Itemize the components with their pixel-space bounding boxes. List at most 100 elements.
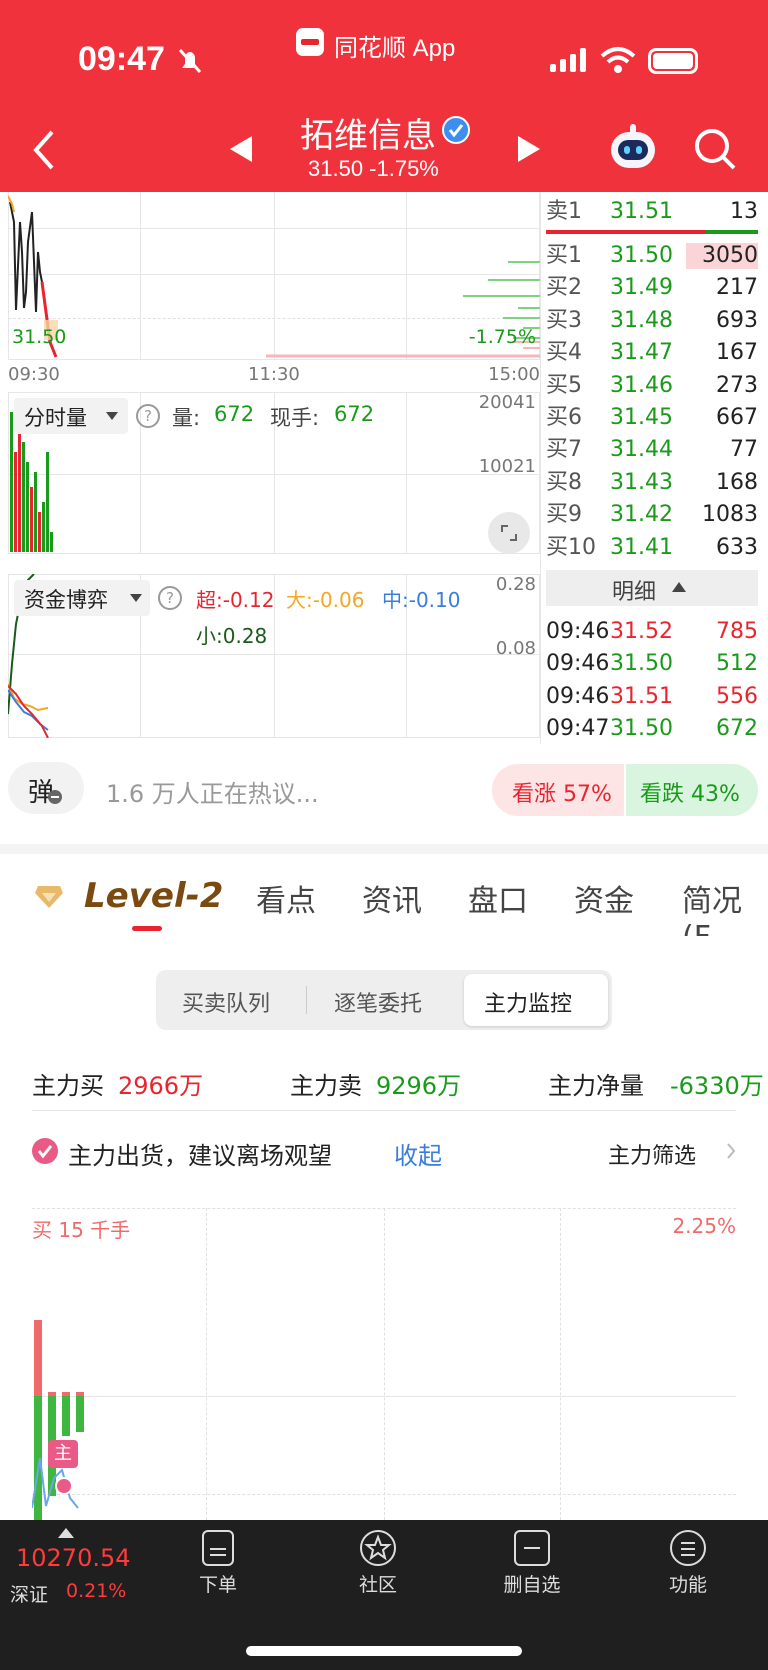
price-line-chart (8, 195, 540, 358)
sell-buy-divider-green (706, 230, 758, 234)
tab-funds[interactable]: 资金 (574, 876, 634, 920)
discussion-text[interactable]: 1.6 万人正在热议... (106, 774, 319, 809)
main-sell-value: 9296万 (376, 1072, 462, 1100)
money-selector[interactable]: 资金博弈 (14, 580, 150, 616)
signal-icon (550, 48, 586, 72)
buy-row-5: 买5 31.46 273 (546, 372, 758, 398)
main-buy-value: 2966万 (118, 1072, 204, 1100)
tab-news[interactable]: 资讯 (362, 876, 422, 920)
check-icon (32, 1138, 58, 1164)
section-divider (0, 844, 768, 854)
chevron-right-icon[interactable] (726, 1142, 736, 1160)
nav-remove-watchlist[interactable]: 删自选 (472, 1520, 592, 1597)
money-axis-top: 0.28 (495, 574, 536, 595)
current-hand-label: 现手: (270, 406, 320, 430)
app-header: 09:47 同花顺 App 拓维信息 31.50 -1.75% (0, 0, 768, 192)
pct-axis-label: -1.75% (468, 326, 536, 348)
wifi-icon (600, 47, 636, 73)
bear-button[interactable]: 看跌 43% (626, 764, 758, 816)
time-label-mid: 11:30 (248, 364, 300, 385)
caret-up-icon (672, 582, 686, 592)
document-icon (202, 1530, 234, 1566)
segment-order-queue[interactable]: 买卖队列 (182, 986, 270, 1018)
home-indicator (246, 1646, 522, 1656)
buy-row-3: 买3 31.48 693 (546, 307, 758, 333)
danmu-toggle[interactable]: 弹 (8, 762, 84, 814)
collapse-link[interactable]: 收起 (394, 1136, 442, 1171)
main-force-bars (32, 1320, 84, 1520)
tab-bar: Level-2 看点 资讯 盘口 资金 简况(F (0, 876, 768, 936)
buy-row-7: 买7 31.44 77 (546, 437, 758, 463)
expand-icon[interactable] (488, 512, 530, 554)
nav-community[interactable]: 社区 (318, 1520, 438, 1597)
tab-market[interactable]: 盘口 (468, 876, 528, 920)
app-logo-icon (296, 28, 324, 56)
main-buy-label: 主力买 (32, 1072, 104, 1100)
current-hand-value: 672 (334, 402, 375, 426)
diamond-icon (35, 886, 63, 908)
segment-control: 买卖队列 逐笔委托 主力监控 (156, 970, 612, 1030)
stock-price-change: 31.50 -1.75% (308, 156, 439, 181)
next-stock-icon[interactable] (516, 134, 542, 164)
volume-selector[interactable]: 分时量 (14, 398, 128, 434)
price-axis-label: 31.50 (12, 326, 67, 348)
small-flow: 小:0.28 (196, 624, 268, 648)
nav-order[interactable]: 下单 (158, 1520, 278, 1597)
tick-row: 09:47 31.50 672 (546, 716, 758, 742)
menu-circle-icon (670, 1530, 706, 1566)
sell-buy-divider-red (546, 230, 706, 234)
main-force-marker[interactable]: 主 (48, 1440, 78, 1468)
active-tab-indicator (132, 926, 162, 931)
buy-row-6: 买6 31.45 667 (546, 405, 758, 430)
mf-left-label: 买 15 千手 (32, 1218, 131, 1242)
help-icon[interactable]: ? (158, 586, 182, 610)
panel-divider (540, 192, 541, 744)
back-icon[interactable] (30, 128, 58, 172)
stock-name[interactable]: 拓维信息 (300, 108, 436, 157)
volume-axis-mid: 10021 (478, 456, 536, 477)
caret-down-icon (106, 412, 118, 420)
volume-label: 量: (172, 406, 201, 430)
ticks-header[interactable]: 明细 (546, 570, 758, 606)
buy-row-2: 买2 31.49 217 (546, 275, 758, 301)
volume-selector-label: 分时量 (24, 406, 87, 430)
buy-row-8: 买8 31.43 168 (546, 469, 758, 495)
large-flow: 大:-0.06 (286, 588, 365, 612)
volume-axis-top: 20041 (478, 392, 536, 413)
app-label: 同花顺 App (334, 35, 456, 62)
minus-icon (48, 790, 62, 804)
verified-icon (442, 116, 470, 144)
buy-row-9: 买9 31.42 1083 (546, 502, 758, 528)
segment-main-force[interactable]: 主力监控 (464, 974, 608, 1026)
filter-link[interactable]: 主力筛选 (608, 1138, 696, 1170)
buy-row-4: 买4 31.47 167 (546, 340, 758, 366)
index-change: 0.21% (66, 1580, 127, 1602)
super-flow: 超:-0.12 (196, 588, 275, 612)
search-icon[interactable] (694, 128, 736, 172)
buy-row-10: 买10 31.41 633 (546, 534, 758, 560)
tick-row: 09:46 31.51 556 (546, 683, 758, 709)
segment-order-by-order[interactable]: 逐笔委托 (334, 986, 422, 1018)
tab-highlights[interactable]: 看点 (256, 876, 316, 920)
chart-area: 31.50 -1.75% 09:30 11:30 15:00 分时量 ? 量: … (8, 192, 540, 744)
prev-stock-icon[interactable] (228, 134, 254, 164)
nav-functions[interactable]: 功能 (628, 1520, 748, 1597)
index-name: 深证 (10, 1584, 49, 1606)
tab-profile[interactable]: 简况(F (682, 876, 768, 936)
battery-icon (648, 48, 698, 74)
main-net-value: -6330万 (670, 1072, 764, 1100)
main-net-label: 主力净量 (548, 1072, 644, 1100)
summary-divider (32, 1110, 736, 1111)
index-value[interactable]: 10270.54 (16, 1544, 131, 1572)
main-force-chart[interactable]: 主 买 15 千手 2.25% (32, 1208, 736, 1520)
tab-level2[interactable]: Level-2 (84, 876, 223, 916)
robot-assistant-icon[interactable] (608, 124, 658, 170)
help-icon[interactable]: ? (136, 404, 160, 428)
time-label-close: 15:00 (488, 364, 540, 385)
money-axis-mid: 0.08 (495, 638, 536, 659)
sell-row-1: 卖1 31.51 13 (546, 199, 758, 224)
ticks-header-label: 明细 (612, 580, 657, 605)
bull-button[interactable]: 看涨 57% (492, 764, 624, 816)
star-circle-icon (360, 1530, 396, 1566)
main-sell-label: 主力卖 (290, 1072, 362, 1100)
